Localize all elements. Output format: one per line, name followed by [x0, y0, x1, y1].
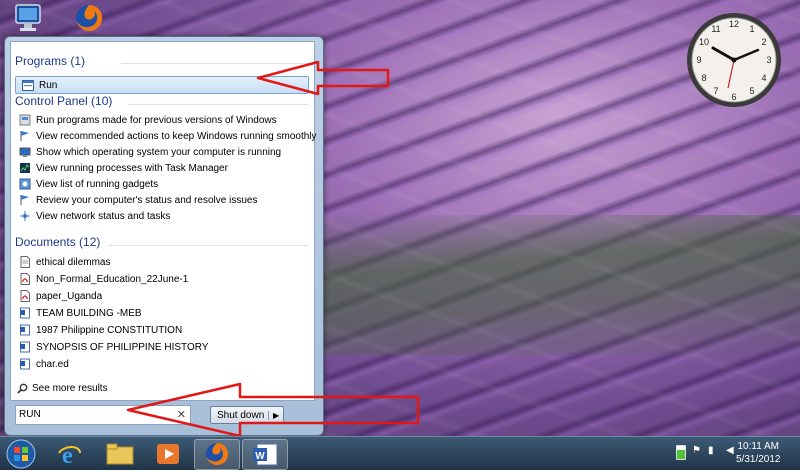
svg-text:W: W [255, 451, 265, 462]
word-icon: W [253, 443, 278, 466]
word-document-icon [20, 307, 30, 319]
run-program-item[interactable]: Run [15, 76, 309, 94]
item-label: Review your computer's status and resolv… [36, 194, 258, 206]
item-label: paper_Uganda [36, 290, 103, 302]
word-document-icon [20, 341, 30, 353]
see-more-label: See more results [32, 383, 108, 394]
system-icon [19, 147, 31, 157]
flag-icon [20, 131, 29, 141]
search-input[interactable] [19, 407, 169, 422]
svg-text:4: 4 [761, 73, 766, 83]
battery-icon[interactable] [676, 445, 686, 460]
svg-text:11: 11 [711, 24, 720, 34]
word-taskbar-button[interactable]: W [242, 439, 288, 470]
gadgets-icon [19, 178, 31, 190]
svg-text:12: 12 [729, 19, 739, 29]
firefox-taskbar-button[interactable] [194, 439, 240, 470]
document-icon [20, 256, 30, 268]
clock-date: 5/31/2012 [736, 454, 781, 465]
control-panel-item[interactable]: View list of running gadgets [19, 176, 158, 192]
documents-heading[interactable]: Documents (12) [15, 235, 100, 249]
control-panel-heading[interactable]: Control Panel (10) [15, 94, 112, 108]
item-label: Run programs made for previous versions … [36, 114, 277, 126]
svg-text:9: 9 [696, 55, 701, 65]
document-item[interactable]: TEAM BUILDING -MEB [19, 305, 142, 321]
search-results-pane: Programs (1) Run Control Panel (10) Run … [10, 41, 317, 401]
taskbar: e W ⚑ ▮ ◀ 10:11 AM 5/31/2012 [0, 436, 800, 470]
network-icon [20, 211, 30, 221]
svg-text:3: 3 [766, 55, 771, 65]
svg-text:8: 8 [701, 73, 706, 83]
control-panel-item[interactable]: Review your computer's status and resolv… [19, 192, 257, 208]
see-more-results-link[interactable]: See more results [17, 383, 108, 394]
firefox-icon [206, 442, 229, 465]
document-item[interactable]: Non_Formal_Education_22June-1 [19, 271, 188, 287]
explorer-folder-icon[interactable] [100, 439, 140, 468]
divider [129, 104, 308, 105]
document-item[interactable]: paper_Uganda [19, 288, 102, 304]
word-document-icon [20, 324, 30, 336]
document-item[interactable]: SYNOPSIS OF PHILIPPINE HISTORY [19, 339, 208, 355]
clear-search-icon[interactable]: ✕ [177, 408, 186, 421]
svg-text:1: 1 [749, 24, 754, 34]
start-search-box[interactable]: ✕ [15, 405, 191, 425]
svg-text:2: 2 [761, 37, 766, 47]
document-item[interactable]: 1987 Philippine CONSTITUTION [19, 322, 182, 338]
svg-text:6: 6 [731, 92, 736, 102]
computer-icon[interactable] [12, 2, 46, 34]
shutdown-button[interactable]: Shut down ▶ [210, 406, 284, 424]
item-label: TEAM BUILDING -MEB [36, 307, 142, 319]
item-label: char.ed [36, 358, 69, 370]
compat-icon [19, 114, 31, 126]
action-center-flag-icon[interactable]: ⚑ [692, 445, 702, 457]
pdf-icon [20, 273, 30, 285]
control-panel-item[interactable]: View recommended actions to keep Windows… [19, 128, 317, 144]
item-label: View running processes with Task Manager [36, 162, 228, 174]
item-label: Non_Formal_Education_22June-1 [36, 273, 189, 285]
clock-time: 10:11 AM [737, 441, 779, 452]
media-player-icon[interactable] [148, 439, 188, 468]
network-icon[interactable]: ▮ [708, 445, 720, 457]
system-tray: ⚑ ▮ ◀ [676, 445, 738, 460]
firefox-icon[interactable] [72, 2, 106, 34]
item-label: 1987 Philippine CONSTITUTION [36, 324, 183, 336]
divider [121, 63, 308, 64]
item-label: View recommended actions to keep Windows… [36, 130, 317, 142]
search-icon [17, 383, 28, 394]
clock-gadget[interactable]: 12 12 345 678 91011 [684, 10, 784, 110]
programs-heading[interactable]: Programs (1) [15, 54, 85, 68]
start-menu: Programs (1) Run Control Panel (10) Run … [4, 36, 324, 436]
svg-text:5: 5 [749, 86, 754, 96]
item-label: ethical dilemmas [36, 256, 111, 268]
item-label: SYNOPSIS OF PHILIPPINE HISTORY [36, 341, 209, 353]
svg-text:7: 7 [713, 86, 718, 96]
control-panel-item[interactable]: View network status and tasks [19, 208, 170, 224]
pdf-icon [20, 290, 30, 302]
item-label: View list of running gadgets [36, 178, 159, 190]
item-label: Show which operating system your compute… [36, 146, 282, 158]
control-panel-item[interactable]: Run programs made for previous versions … [19, 112, 277, 128]
flag-icon [20, 195, 29, 205]
run-icon [22, 79, 34, 91]
taskmanager-icon [20, 163, 30, 173]
run-label: Run [39, 79, 58, 91]
divider [109, 245, 308, 246]
start-orb[interactable] [4, 438, 38, 469]
document-item[interactable]: ethical dilemmas [19, 254, 110, 270]
word-document-icon [20, 358, 30, 370]
document-item[interactable]: char.ed [19, 356, 69, 372]
control-panel-item[interactable]: View running processes with Task Manager [19, 160, 228, 176]
shutdown-options-arrow-icon[interactable]: ▶ [268, 410, 283, 420]
taskbar-clock[interactable]: 10:11 AM 5/31/2012 [736, 440, 781, 466]
item-label: View network status and tasks [36, 210, 171, 222]
svg-text:10: 10 [699, 37, 709, 47]
shutdown-label: Shut down [217, 409, 265, 421]
control-panel-item[interactable]: Show which operating system your compute… [19, 144, 281, 160]
internet-explorer-icon[interactable]: e [50, 439, 90, 468]
